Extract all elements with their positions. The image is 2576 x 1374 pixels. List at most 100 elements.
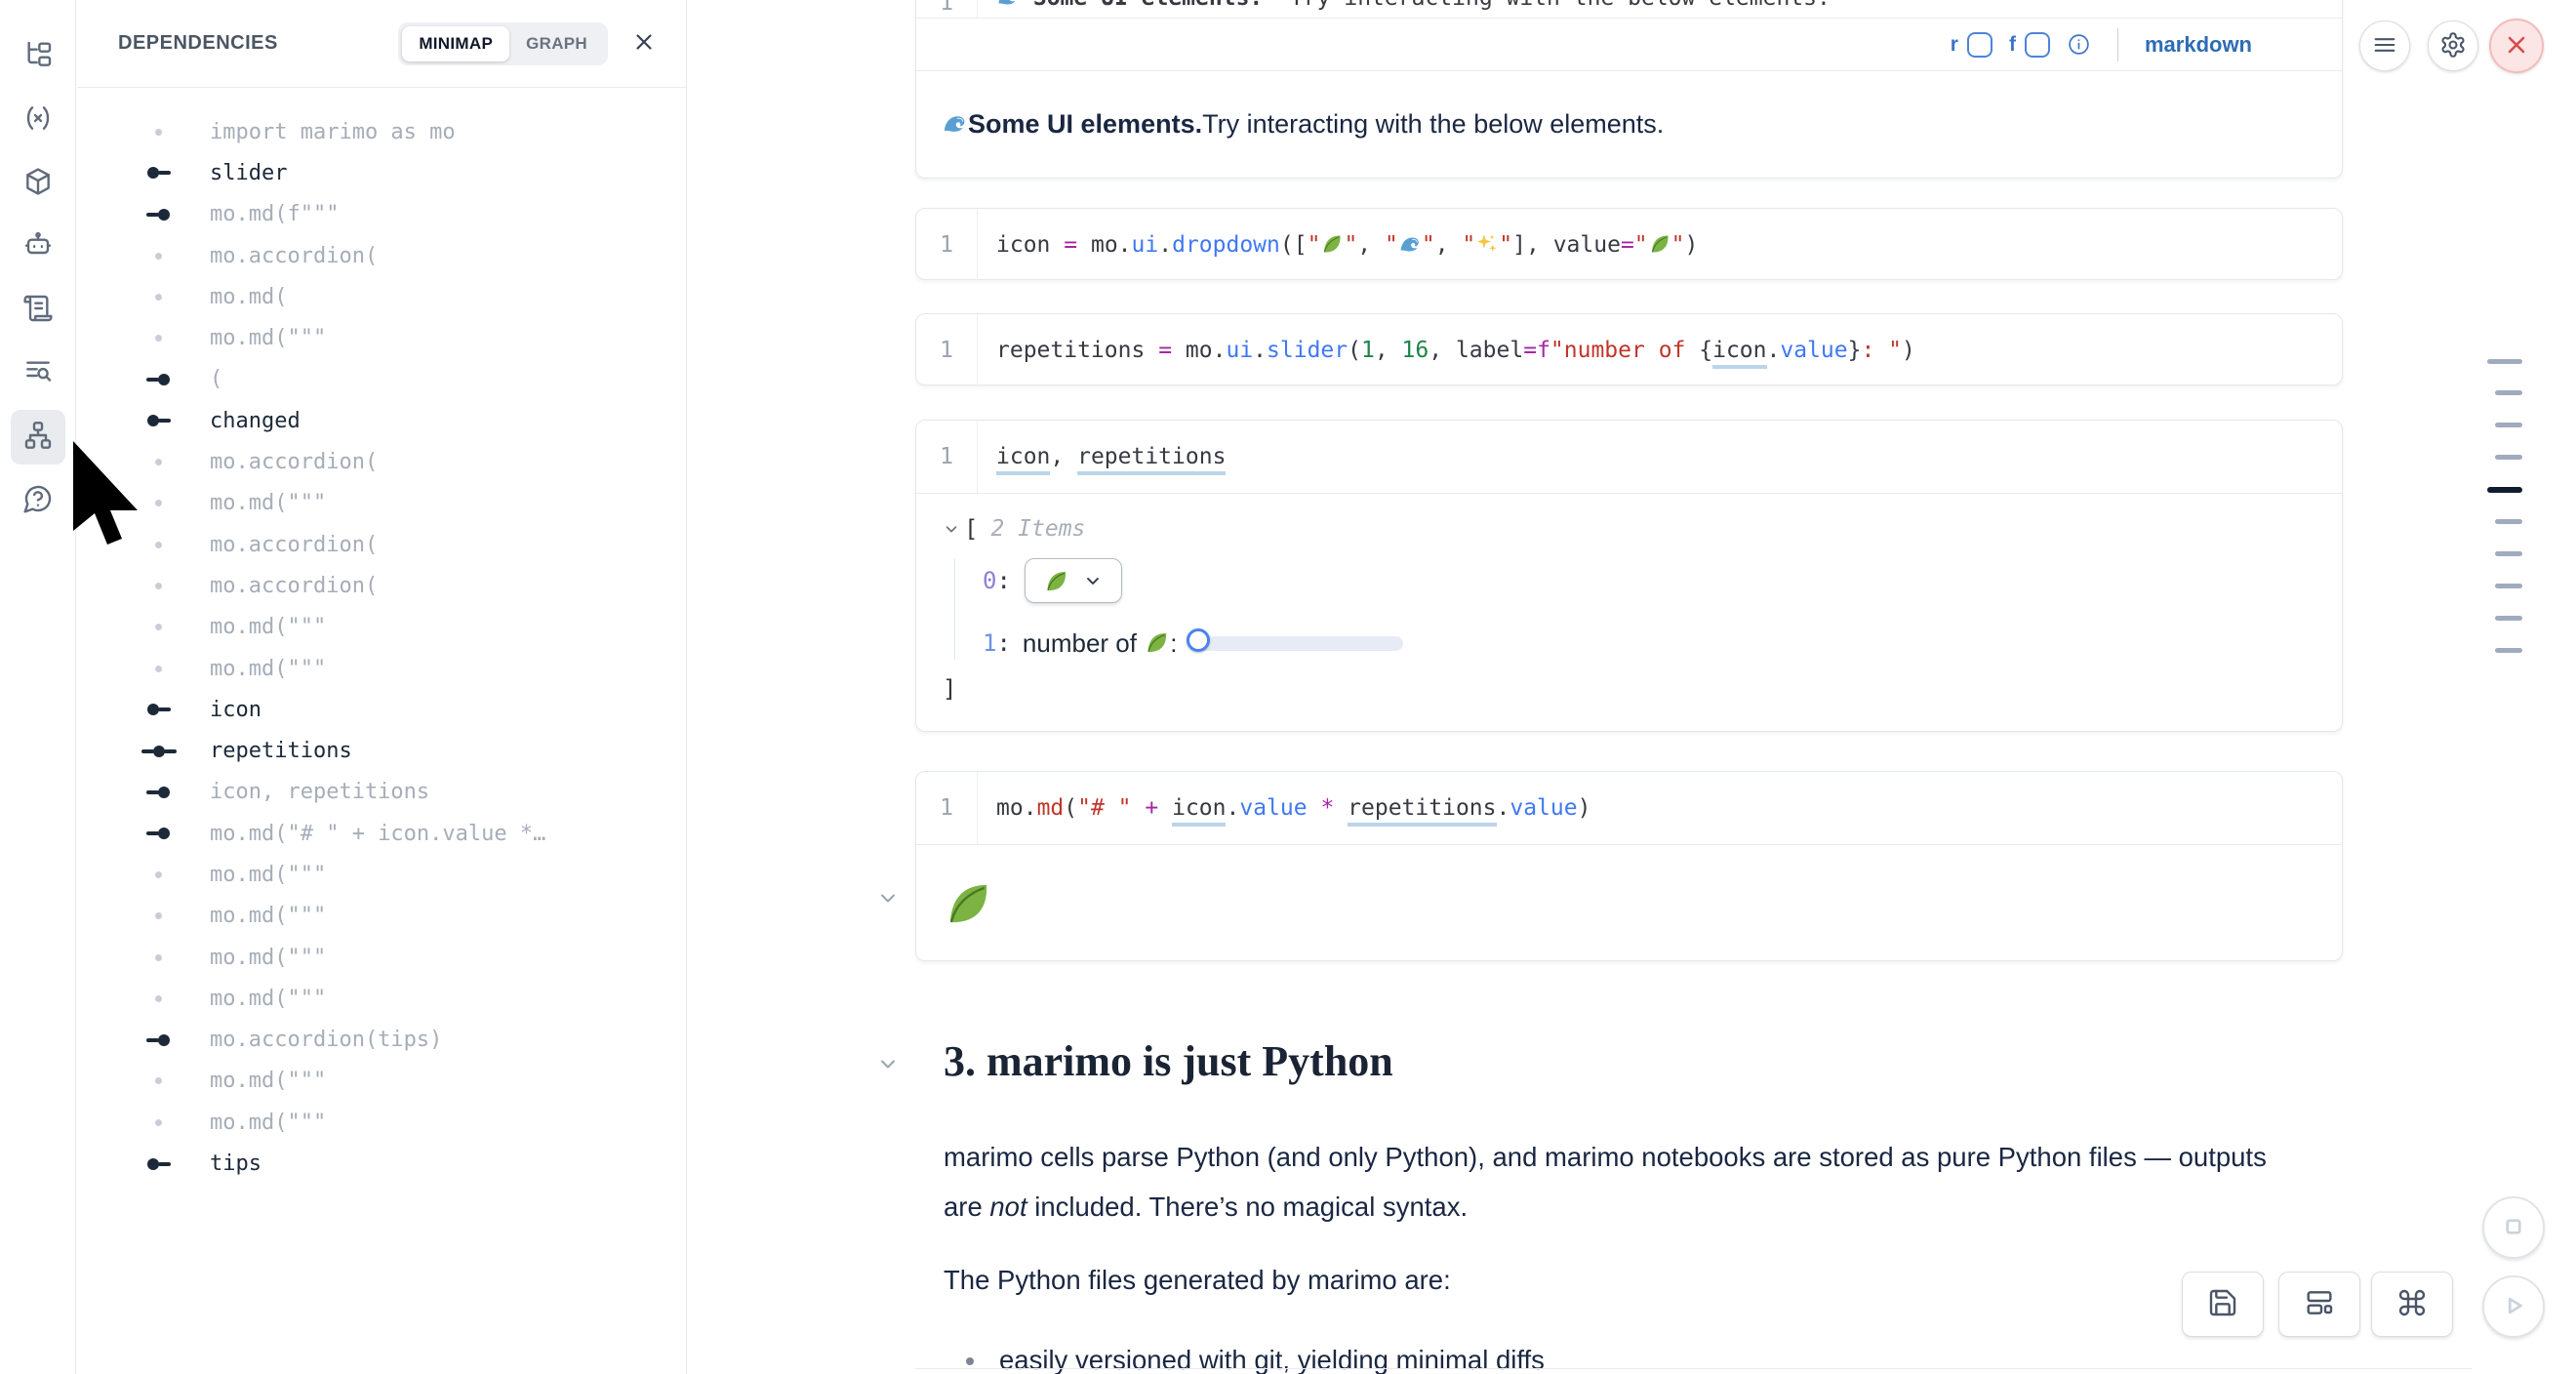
minimap-item[interactable]: mo.md(""" [77,648,686,689]
minimap-item[interactable]: mo.md(""" [77,937,686,978]
minimap-item[interactable]: mo.accordion( [77,441,686,482]
minimap-item[interactable]: mo.md(""" [77,1061,686,1102]
layout-select-button[interactable] [2278,1272,2360,1337]
settings-icon [2439,31,2467,61]
minimap-item[interactable]: mo.md(""" [77,854,686,895]
sidebar-item-package[interactable] [11,156,65,211]
rail-cell-marker[interactable] [2495,390,2522,395]
rail-cell-marker[interactable] [2495,519,2522,524]
minimap-item[interactable]: mo.md( [77,276,686,317]
slider-label: number of : [1023,628,1178,659]
minimap-item[interactable]: icon, repetitions [77,772,686,813]
mouse-cursor [73,441,157,553]
minimap-item[interactable]: import marimo as mo [77,111,686,152]
toggle-checkbox-f[interactable] [2025,32,2050,58]
repetitions-slider[interactable] [1187,628,1409,658]
save-button[interactable] [2182,1272,2264,1337]
code-cell-tuple: 1 icon, repetitions [ 2 Items 0: 1: numb… [915,420,2343,732]
tab-minimap[interactable]: MINIMAP [402,26,509,61]
graph-marker-dot-icon [127,253,190,260]
minimap-item[interactable]: mo.accordion( [77,524,686,565]
minimap-item[interactable]: mo.md(""" [77,978,686,1019]
minimap-item[interactable]: mo.md("# " + icon.value *… [77,813,686,854]
sidebar-item-logs[interactable] [11,283,65,338]
next-cell-edge [915,1368,2472,1369]
rail-cell-marker[interactable] [2495,551,2522,556]
dependency-graph-icon [22,420,54,456]
graph-marker-dot-icon [127,1119,190,1126]
rail-cell-marker-active[interactable] [2487,487,2522,493]
minimap-item[interactable]: mo.md(""" [77,1102,686,1143]
minimap-item[interactable]: mo.md(""" [77,483,686,524]
sidebar-item-variables[interactable] [11,93,65,147]
rail-cell-marker[interactable] [2495,423,2522,427]
notebook-menu-button[interactable] [2359,20,2410,71]
menu-icon [2371,31,2398,61]
sidebar-item-dependency-graph[interactable] [11,410,65,465]
minimap-item[interactable]: tips [77,1143,686,1184]
cell-language-label[interactable]: markdown [2145,32,2252,58]
graph-marker-in-icon [127,209,190,221]
tab-graph[interactable]: GRAPH [509,26,604,61]
minimap-item[interactable]: mo.md(""" [77,607,686,648]
rail-cell-marker[interactable] [2495,648,2522,653]
dropdown-selected-value [1043,568,1069,594]
graph-marker-dot-icon [127,129,190,136]
minimap-item-label: mo.accordion( [210,244,378,268]
minimap-item[interactable]: mo.accordion( [77,235,686,276]
icon-dropdown-select[interactable] [1025,558,1122,603]
code-cell-md-expr: 1 mo.md("# " + icon.value * repetitions.… [915,771,2343,961]
keyboard-shortcuts-button[interactable] [2371,1272,2453,1337]
code-editor[interactable]: icon = mo.ui.dropdown(["", "", ""], valu… [978,232,1698,258]
shutdown-button[interactable] [2489,19,2544,73]
info-icon[interactable] [2067,32,2091,57]
close-panel-button[interactable] [627,27,661,61]
code-editor[interactable]: repetitions = mo.ui.slider(1, 16, label=… [978,338,1915,363]
run-all-button[interactable] [2482,1275,2545,1338]
minimap-item-label: icon [210,698,262,722]
minimap-item-label: mo.md(""" [210,987,326,1011]
slider-track[interactable] [1196,636,1403,651]
minimap-item[interactable]: slider [77,152,686,193]
collapse-output-chevron[interactable] [876,886,900,909]
sidebar-item-ai-assistant[interactable] [11,220,65,274]
line-number: 1 [916,421,978,493]
minimap-cell-list: import marimo as mo slidermo.md(f""" mo.ac… [77,88,686,1185]
minimap-item-label: mo.md(""" [210,904,326,928]
minimap-item-label: import marimo as mo [210,120,456,144]
minimap-item[interactable]: icon [77,689,686,730]
minimap-item[interactable]: ( [77,359,686,400]
minimap-item-label: mo.accordion( [210,450,378,474]
minimap-item[interactable]: mo.md(""" [77,317,686,358]
graph-marker-dot-icon [127,954,190,961]
rail-cell-marker[interactable] [2495,455,2522,460]
minimap-item[interactable]: mo.md(f""" [77,194,686,235]
stop-kernel-button[interactable] [2482,1196,2545,1259]
collapse-section-chevron[interactable] [876,1052,900,1075]
minimap-item-label: mo.md(""" [210,946,326,970]
sidebar-item-file-tree[interactable] [11,29,65,84]
toggle-label-f: f [2009,33,2016,57]
rail-cell-marker[interactable] [2495,584,2522,588]
help-icon [22,483,54,519]
tree-collapse-caret[interactable] [943,520,960,538]
minimap-item[interactable]: mo.accordion( [77,565,686,606]
graph-marker-out-icon [127,1158,190,1170]
settings-button[interactable] [2428,20,2478,71]
minimap-item[interactable]: repetitions [77,730,686,771]
markdown-source[interactable]: Some UI elements. Try interacting with t… [978,0,1831,11]
minimap-item[interactable]: mo.accordion(tips) [77,1020,686,1061]
layout-icon [2304,1287,2335,1321]
code-editor[interactable]: icon, repetitions [978,444,1226,469]
sidebar-item-snippets-search[interactable] [11,346,65,401]
code-editor[interactable]: mo.md("# " + icon.value * repetitions.va… [978,795,1590,821]
toggle-label-r: r [1951,33,1958,57]
markdown-cell-editor[interactable]: 1 Some UI elements. Try interacting with… [916,0,2342,18]
chevron-down-icon [1083,571,1103,590]
minimap-item[interactable]: mo.md(""" [77,896,686,937]
sidebar-item-help[interactable] [11,473,65,528]
toggle-checkbox-r[interactable] [1967,32,1992,58]
rail-cell-marker[interactable] [2487,359,2522,364]
rail-cell-marker[interactable] [2495,616,2522,621]
minimap-item[interactable]: changed [77,400,686,441]
